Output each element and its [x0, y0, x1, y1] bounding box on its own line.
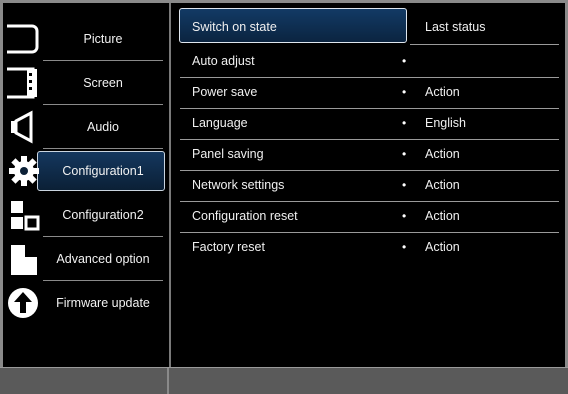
- menu-row-configuration-reset[interactable]: Configuration reset • Action: [174, 202, 559, 233]
- bullet-icon: •: [402, 116, 407, 130]
- menu-row-value[interactable]: Action: [425, 140, 460, 168]
- bullet-icon: •: [402, 54, 407, 68]
- menu-row-label: Power save: [192, 85, 258, 99]
- sidebar-item-configuration1[interactable]: Configuration1: [3, 149, 169, 193]
- menu-row-label: Factory reset: [192, 240, 265, 254]
- sidebar-item-audio[interactable]: Audio: [3, 105, 169, 149]
- sidebar-item-label: Configuration1: [62, 164, 144, 178]
- menu-row-label: Language: [192, 116, 248, 130]
- bullet-icon: •: [402, 85, 407, 99]
- menu-row-value[interactable]: Action: [425, 202, 460, 230]
- menu-row-factory-reset[interactable]: Factory reset • Action: [174, 233, 559, 264]
- sidebar-item-label: Firmware update: [56, 296, 150, 310]
- config2-icon: [11, 201, 40, 231]
- sidebar: Picture Screen Audio Configuration1 Conf…: [3, 3, 171, 369]
- bullet-icon: •: [402, 178, 407, 192]
- sidebar-item-label: Advanced option: [56, 252, 150, 266]
- sidebar-item-picture[interactable]: Picture: [3, 17, 169, 61]
- menu-row-panel-saving[interactable]: Panel saving • Action: [174, 140, 559, 171]
- screen-icon: [7, 67, 37, 99]
- audio-icon: [11, 110, 33, 144]
- bullet-icon: •: [402, 240, 407, 254]
- sidebar-item-label: Configuration2: [62, 208, 144, 222]
- divider: [167, 368, 169, 394]
- menu-row-label: Switch on state: [192, 20, 277, 34]
- firmware-update-icon: [8, 288, 38, 318]
- advanced-icon: [11, 245, 37, 275]
- menu-row-value[interactable]: Last status: [425, 13, 485, 41]
- sidebar-item-advanced-option[interactable]: Advanced option: [3, 237, 169, 281]
- bullet-icon: •: [402, 147, 407, 161]
- menu-row-label: Configuration reset: [192, 209, 298, 223]
- menu-row-value[interactable]: Action: [425, 233, 460, 261]
- osd-window: Picture Screen Audio Configuration1 Conf…: [0, 0, 568, 393]
- menu-row-auto-adjust[interactable]: Auto adjust •: [174, 47, 559, 78]
- sidebar-item-label: Picture: [83, 32, 123, 46]
- sidebar-item-label: Screen: [83, 76, 123, 90]
- menu-row-value[interactable]: Action: [425, 78, 460, 106]
- sidebar-item-firmware-update[interactable]: Firmware update: [3, 281, 169, 325]
- menu-row-network-settings[interactable]: Network settings • Action: [174, 171, 559, 202]
- divider: [410, 44, 559, 45]
- bullet-icon: •: [402, 209, 407, 223]
- menu-row-label: Panel saving: [192, 147, 264, 161]
- footer-bar: [0, 367, 568, 394]
- menu-row-label: Network settings: [192, 178, 285, 192]
- menu-row-value[interactable]: Action: [425, 171, 460, 199]
- menu-row-value[interactable]: English: [425, 109, 466, 137]
- menu-row-power-save[interactable]: Power save • Action: [174, 78, 559, 109]
- sidebar-item-label: Audio: [87, 120, 119, 134]
- sidebar-item-configuration2[interactable]: Configuration2: [3, 193, 169, 237]
- settings-menu: Switch on state Last status Auto adjust …: [174, 3, 568, 369]
- menu-row-switch-on-state[interactable]: Switch on state Last status: [174, 3, 559, 45]
- menu-row-language[interactable]: Language • English: [174, 109, 559, 140]
- sidebar-item-screen[interactable]: Screen: [3, 61, 169, 105]
- gear-icon: [9, 156, 39, 186]
- menu-row-label: Auto adjust: [192, 54, 255, 68]
- picture-icon: [7, 24, 39, 54]
